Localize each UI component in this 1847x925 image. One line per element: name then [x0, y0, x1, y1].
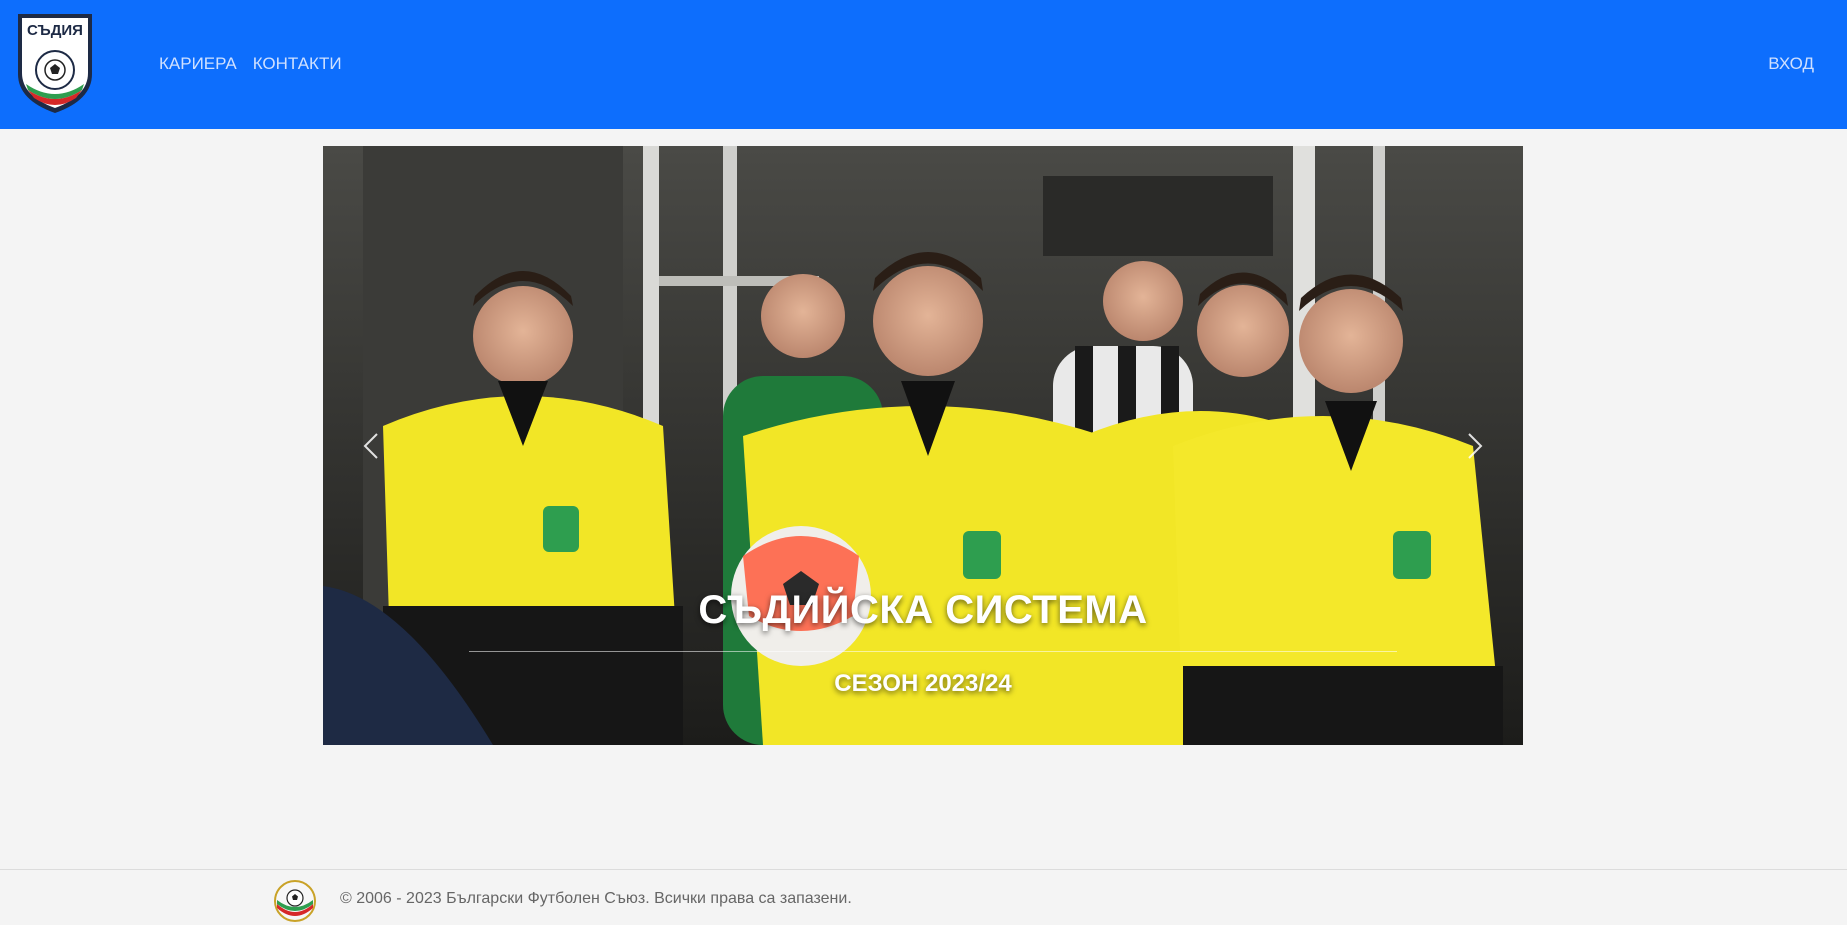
chevron-left-icon — [363, 433, 378, 459]
carousel-prev-button[interactable] — [343, 396, 403, 496]
slide-image-referees — [323, 146, 1523, 745]
chevron-right-icon — [1468, 433, 1483, 459]
main-nav: КАРИЕРА КОНТАКТИ — [159, 54, 342, 74]
page-footer: © 2006 - 2023 Български Футболен Съюз. В… — [0, 869, 1847, 925]
carousel-caption-title: СЪДИЙСКА СИСТЕМА — [698, 588, 1148, 632]
nav-link-contacts[interactable]: КОНТАКТИ — [253, 54, 342, 74]
hero-carousel[interactable]: СЪДИЙСКА СИСТЕМА СЕЗОН 2023/24 — [323, 146, 1523, 745]
referees-shield-logo[interactable]: СЪДИЯ — [16, 12, 94, 115]
caption-divider — [469, 651, 1397, 652]
bfu-round-logo — [274, 880, 316, 922]
carousel-caption-subtitle: СЕЗОН 2023/24 — [834, 670, 1012, 697]
login-link[interactable]: ВХОД — [1768, 54, 1814, 74]
nav-link-career[interactable]: КАРИЕРА — [159, 54, 237, 74]
copyright-text: © 2006 - 2023 Български Футболен Съюз. В… — [340, 890, 852, 907]
logo-text: СЪДИЯ — [27, 22, 83, 39]
carousel-next-button[interactable] — [1443, 396, 1503, 496]
top-navbar: СЪДИЯ КАРИЕРА КОНТАКТИ ВХОД — [0, 0, 1847, 129]
